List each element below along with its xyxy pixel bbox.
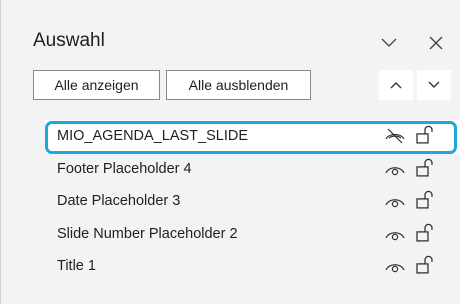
visibility-toggle[interactable] [383, 224, 407, 244]
pane-options-button[interactable] [374, 28, 404, 58]
list-item[interactable]: Title 1 [45, 250, 460, 283]
unlock-icon [416, 223, 433, 242]
selection-pane: Auswahl Alle anzeigen Alle ausblenden MI… [0, 0, 460, 304]
eye-off-icon [385, 128, 405, 144]
list-item[interactable]: MIO_AGENDA_LAST_SLIDE [45, 120, 460, 153]
item-label: Title 1 [57, 258, 96, 275]
lock-toggle[interactable] [413, 254, 437, 276]
chevron-down-icon [381, 38, 397, 47]
list-item[interactable]: Footer Placeholder 4 [45, 153, 460, 186]
list-item[interactable]: Slide Number Placeholder 2 [45, 218, 460, 251]
unlock-icon [416, 256, 433, 274]
visibility-toggle[interactable] [383, 191, 407, 211]
unlock-icon [416, 191, 433, 209]
pane-close-button[interactable] [421, 28, 451, 58]
lock-toggle[interactable] [413, 189, 437, 211]
eye-icon [385, 166, 405, 175]
visibility-toggle[interactable] [383, 126, 407, 146]
unlock-icon [416, 158, 433, 177]
object-list: MIO_AGENDA_LAST_SLIDE Footer Placeholder… [45, 120, 460, 283]
eye-icon [385, 199, 405, 208]
lock-toggle[interactable] [413, 157, 437, 179]
lock-toggle[interactable] [413, 222, 437, 244]
visibility-toggle[interactable] [383, 256, 407, 276]
hide-all-button[interactable]: Alle ausblenden [166, 70, 311, 100]
item-label: MIO_AGENDA_LAST_SLIDE [57, 128, 248, 145]
eye-icon [385, 231, 405, 240]
lock-toggle[interactable] [413, 124, 437, 146]
list-item[interactable]: Date Placeholder 3 [45, 185, 460, 218]
eye-icon [385, 264, 405, 273]
chevron-down-icon [428, 81, 440, 88]
bring-forward-button[interactable] [379, 70, 413, 100]
item-label: Footer Placeholder 4 [57, 160, 192, 177]
visibility-toggle[interactable] [383, 159, 407, 179]
send-backward-button[interactable] [417, 70, 451, 100]
item-label: Slide Number Placeholder 2 [57, 225, 238, 242]
unlock-icon [416, 126, 433, 144]
chevron-up-icon [390, 82, 402, 89]
pane-title: Auswahl [33, 30, 105, 51]
show-all-button[interactable]: Alle anzeigen [33, 70, 160, 100]
item-label: Date Placeholder 3 [57, 193, 181, 210]
close-icon [429, 36, 443, 50]
